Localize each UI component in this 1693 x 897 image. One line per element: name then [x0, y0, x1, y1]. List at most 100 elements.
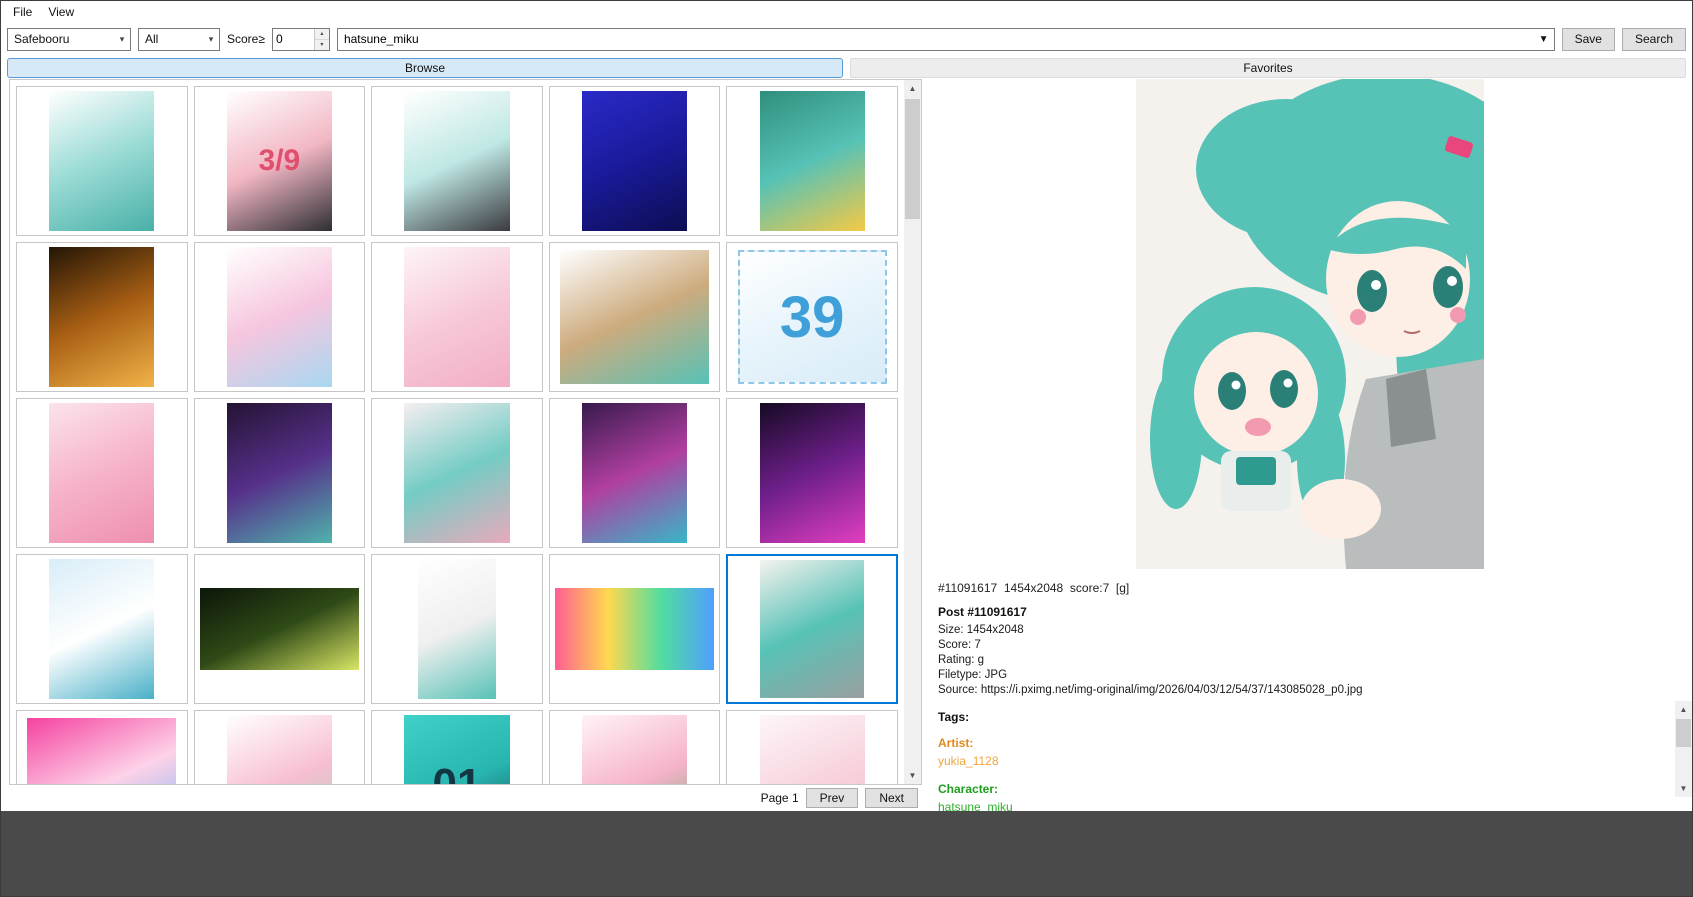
- thumbnail-galaxy-miku[interactable]: [194, 398, 366, 548]
- tab-favorites[interactable]: Favorites: [850, 58, 1686, 78]
- thumbnail-image: [404, 403, 509, 542]
- score-stepper: ▴ ▾: [272, 28, 330, 51]
- post-details: Size: 1454x2048Score: 7Rating: gFiletype…: [928, 623, 1692, 698]
- prev-page-button[interactable]: Prev: [806, 788, 859, 808]
- site-select[interactable]: Safebooru ▾: [7, 28, 131, 51]
- thumbnail-neon-silhouette[interactable]: [726, 398, 898, 548]
- thumbnail-miku-sunglasses[interactable]: [16, 554, 188, 704]
- post-info-line: #11091617 1454x2048 score:7 [g]: [928, 569, 1692, 595]
- thumbnail-blue-screen-art[interactable]: [549, 86, 721, 236]
- thumbnail-manga-page[interactable]: [371, 554, 543, 704]
- rating-select-value: All: [139, 32, 202, 46]
- thumbnail-image: 01: [404, 715, 509, 784]
- scroll-up-icon[interactable]: ▲: [904, 80, 921, 97]
- scroll-down-icon[interactable]: ▼: [1675, 780, 1692, 797]
- chevron-down-icon: ▾: [202, 34, 219, 45]
- thumbnail-miku-pikachu[interactable]: [726, 86, 898, 236]
- details-scrollbar[interactable]: ▲ ▼: [1675, 701, 1692, 797]
- thumbnail-pastel-bust[interactable]: [194, 242, 366, 392]
- gallery-scrollbar-thumb[interactable]: [905, 99, 920, 219]
- thumbnail-image: [418, 559, 496, 698]
- post-title: Post #11091617: [928, 595, 1692, 623]
- thumbnail-image: [49, 559, 154, 698]
- save-button[interactable]: Save: [1562, 28, 1615, 51]
- detail-line: Source: https://i.pximg.net/img-original…: [928, 683, 1692, 698]
- thumbnail-image: [404, 247, 509, 386]
- thumbnail-sakura-twintails[interactable]: [194, 710, 366, 784]
- thumbnail-image: 3/9: [227, 91, 332, 230]
- thumbnail-image: [227, 403, 332, 542]
- tab-browse[interactable]: Browse: [7, 58, 843, 78]
- details-scrollbar-thumb[interactable]: [1676, 719, 1691, 747]
- thumbnail-teal-01-poster[interactable]: 01: [371, 710, 543, 784]
- next-page-button[interactable]: Next: [865, 788, 918, 808]
- tab-bar: Browse Favorites: [1, 55, 1692, 80]
- thumbnail-miku-group-white[interactable]: [16, 86, 188, 236]
- score-input[interactable]: [273, 29, 314, 50]
- thumbnail-image: [27, 718, 176, 784]
- thumbnail-image: [227, 247, 332, 386]
- bottom-empty-area: [1, 811, 1692, 896]
- tag-link[interactable]: yukia_1128: [928, 752, 1692, 770]
- thumbnail-sakura-miku-blossom[interactable]: [16, 398, 188, 548]
- thumbnail-text: 3/9: [259, 144, 301, 178]
- thumbnail-image: [760, 715, 865, 784]
- thumbnail-miku-peace-sign[interactable]: [371, 398, 543, 548]
- tags-header: Tags:: [928, 698, 1692, 724]
- thumbnail-green-target-rings[interactable]: [194, 554, 366, 704]
- thumbnail-text: 39: [780, 284, 845, 351]
- scroll-down-icon[interactable]: ▼: [904, 767, 921, 784]
- scroll-up-icon[interactable]: ▲: [1675, 701, 1692, 718]
- thumbnail-neon-commission-poster[interactable]: [549, 398, 721, 548]
- thumbnail-grid: 3/9 39 01: [10, 80, 904, 784]
- details-scrollbar-track[interactable]: [1675, 718, 1692, 780]
- preview-image: [1136, 79, 1484, 569]
- menu-bar: File View: [1, 1, 1692, 23]
- chevron-down-icon: ▾: [113, 34, 130, 45]
- thumbnail-number-39-card[interactable]: 39: [726, 242, 898, 392]
- rating-select[interactable]: All ▾: [138, 28, 220, 51]
- thumbnail-image: [582, 91, 687, 230]
- score-label: Score≥: [227, 32, 265, 46]
- toolbar: Safebooru ▾ All ▾ Score≥ ▴ ▾ ▼ Save Sear…: [1, 23, 1692, 55]
- thumbnail-text: 01: [433, 760, 482, 784]
- main-content: 3/9 39 01 ▲ ▼ Page 1 Prev Next: [1, 79, 1692, 811]
- dropdown-arrow-icon[interactable]: ▼: [1534, 34, 1554, 45]
- gallery-scrollbar[interactable]: ▲ ▼: [904, 80, 921, 784]
- thumbnail-strawberry-miku[interactable]: [549, 710, 721, 784]
- thumbnail-image: [582, 715, 687, 784]
- spin-up-icon[interactable]: ▴: [315, 29, 329, 40]
- detail-line: Rating: g: [928, 653, 1692, 668]
- spin-down-icon[interactable]: ▾: [315, 40, 329, 50]
- menu-view[interactable]: View: [40, 2, 82, 22]
- thumbnail-image: [404, 91, 509, 230]
- site-select-value: Safebooru: [8, 32, 113, 46]
- thumbnail-image: [560, 250, 709, 383]
- thumbnail-image: [760, 91, 865, 230]
- thumbnail-golden-kimono-miku[interactable]: [16, 242, 188, 392]
- thumbnail-miku-plush-hug[interactable]: [726, 554, 898, 704]
- thumbnail-rainbow-miku[interactable]: [549, 554, 721, 704]
- thumbnail-image: [760, 403, 865, 542]
- menu-file[interactable]: File: [5, 2, 40, 22]
- thumbnail-miku-boy-comic[interactable]: [371, 86, 543, 236]
- preview-illustration: [1136, 79, 1484, 569]
- search-input[interactable]: [338, 32, 1534, 46]
- thumbnail-miku-in-box[interactable]: [549, 242, 721, 392]
- thumbnail-sakura-miku-lace[interactable]: [371, 242, 543, 392]
- tag-group-label: Character:: [928, 770, 1692, 798]
- thumbnail-miku-39-poster[interactable]: 3/9: [194, 86, 366, 236]
- browse-pane: 3/9 39 01 ▲ ▼ Page 1 Prev Next: [1, 79, 928, 811]
- page-label: Page 1: [761, 791, 799, 805]
- thumbnail-image: [555, 588, 714, 671]
- detail-line: Filetype: JPG: [928, 668, 1692, 683]
- detail-line: Size: 1454x2048: [928, 623, 1692, 638]
- preview-pane: #11091617 1454x2048 score:7 [g] Post #11…: [928, 79, 1692, 811]
- search-button[interactable]: Search: [1622, 28, 1686, 51]
- thumbnail-image: [200, 588, 359, 671]
- tag-link[interactable]: hatsune_miku: [928, 798, 1692, 811]
- thumbnail-pale-pink-sketch[interactable]: [726, 710, 898, 784]
- thumbnail-image: [227, 715, 332, 784]
- gallery-scrollbar-track[interactable]: [904, 97, 921, 767]
- thumbnail-pink-crown-miku[interactable]: [16, 710, 188, 784]
